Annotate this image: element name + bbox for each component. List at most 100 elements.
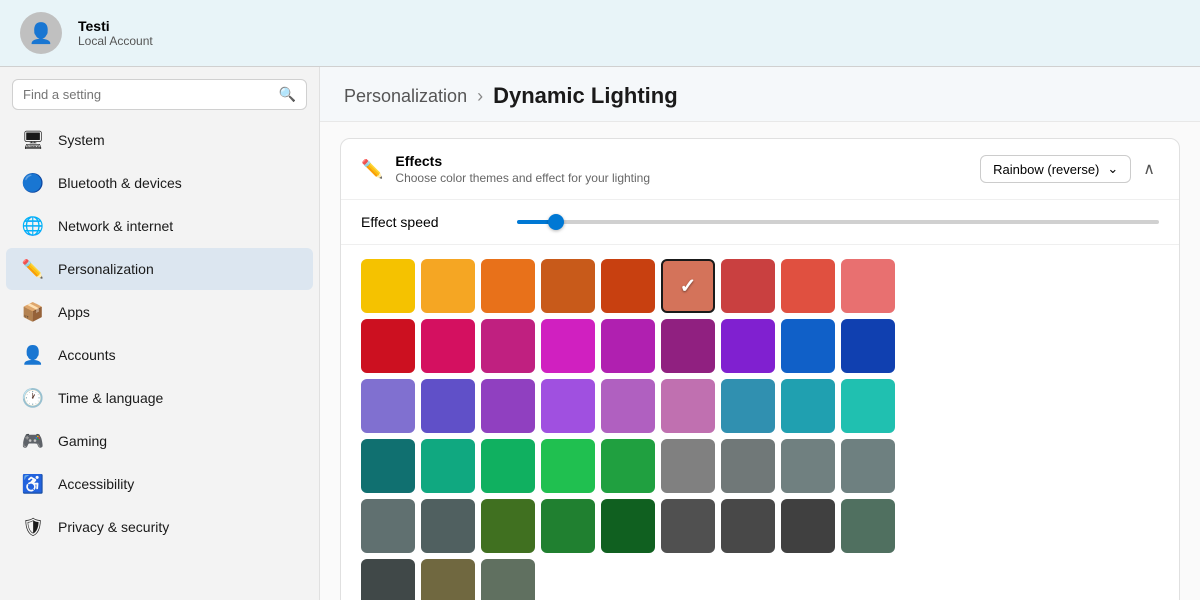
effects-title-text: Effects Choose color themes and effect f…	[395, 153, 650, 185]
speed-slider[interactable]	[517, 220, 1159, 224]
color-swatch[interactable]	[781, 499, 835, 553]
sidebar-item-label-personalization: Personalization	[58, 261, 154, 277]
sidebar-item-label-accounts: Accounts	[58, 347, 116, 363]
color-swatch[interactable]	[421, 499, 475, 553]
sidebar-item-network[interactable]: 🌐 Network & internet	[6, 205, 313, 247]
avatar: 👤	[20, 12, 62, 54]
sidebar-item-system[interactable]: 🖥 System	[6, 119, 313, 161]
color-swatch[interactable]	[421, 319, 475, 373]
color-swatch-empty	[841, 559, 895, 600]
color-swatch[interactable]	[841, 499, 895, 553]
color-swatch[interactable]	[661, 259, 715, 313]
sidebar-item-accessibility[interactable]: ♿ Accessibility	[6, 463, 313, 505]
color-swatch-empty	[661, 559, 715, 600]
color-swatch-empty	[901, 559, 955, 600]
chevron-down-icon: ⌄	[1107, 161, 1118, 177]
color-swatch-empty	[601, 559, 655, 600]
color-swatch[interactable]	[421, 259, 475, 313]
color-swatch[interactable]	[481, 499, 535, 553]
sidebar-item-label-privacy: Privacy & security	[58, 519, 169, 535]
sidebar-item-personalization[interactable]: ✏️ Personalization	[6, 248, 313, 290]
color-swatch[interactable]	[661, 379, 715, 433]
color-swatch[interactable]	[481, 379, 535, 433]
sidebar-item-gaming[interactable]: 🎮 Gaming	[6, 420, 313, 462]
color-swatch[interactable]	[601, 259, 655, 313]
color-swatch[interactable]	[361, 379, 415, 433]
collapse-button[interactable]: ∧	[1139, 155, 1159, 183]
layout: 🔍 🖥 System 🔵 Bluetooth & devices 🌐 Netwo…	[0, 67, 1200, 600]
color-swatch[interactable]	[721, 319, 775, 373]
search-icon: 🔍	[279, 86, 296, 103]
color-swatch[interactable]	[541, 379, 595, 433]
color-swatch[interactable]	[841, 379, 895, 433]
sidebar-item-label-bluetooth: Bluetooth & devices	[58, 175, 182, 191]
personalization-icon: ✏️	[22, 258, 44, 280]
color-swatch[interactable]	[361, 319, 415, 373]
sidebar-item-label-apps: Apps	[58, 304, 90, 320]
search-input[interactable]	[23, 87, 271, 102]
sidebar-item-accounts[interactable]: 👤 Accounts	[6, 334, 313, 376]
color-swatch[interactable]	[421, 559, 475, 600]
color-swatch[interactable]	[721, 259, 775, 313]
sidebar-item-bluetooth[interactable]: 🔵 Bluetooth & devices	[6, 162, 313, 204]
color-swatch[interactable]	[481, 319, 535, 373]
color-swatch-empty	[781, 559, 835, 600]
color-swatch[interactable]	[421, 379, 475, 433]
color-swatch-empty	[901, 319, 955, 373]
color-swatch[interactable]	[361, 259, 415, 313]
color-swatch[interactable]	[781, 259, 835, 313]
color-swatch[interactable]	[841, 439, 895, 493]
color-swatch[interactable]	[541, 439, 595, 493]
color-swatch[interactable]	[361, 439, 415, 493]
color-swatch[interactable]	[661, 319, 715, 373]
color-swatch[interactable]	[421, 439, 475, 493]
color-swatch[interactable]	[601, 439, 655, 493]
color-swatch[interactable]	[541, 259, 595, 313]
color-swatch[interactable]	[481, 559, 535, 600]
color-swatch[interactable]	[481, 439, 535, 493]
color-swatch-empty	[721, 559, 775, 600]
content-body: ✏️ Effects Choose color themes and effec…	[320, 122, 1200, 600]
breadcrumb-current: Dynamic Lighting	[493, 83, 678, 109]
color-swatch[interactable]	[721, 439, 775, 493]
color-swatch[interactable]	[781, 319, 835, 373]
effects-control: Rainbow (reverse) ⌄ ∧	[980, 155, 1159, 183]
color-swatch[interactable]	[601, 379, 655, 433]
effects-title: Effects	[395, 153, 650, 169]
sidebar-item-privacy[interactable]: 🛡 Privacy & security	[6, 506, 313, 548]
search-box[interactable]: 🔍	[12, 79, 307, 110]
color-swatch-empty	[541, 559, 595, 600]
color-swatch[interactable]	[781, 379, 835, 433]
color-grid	[361, 259, 1159, 600]
color-swatch[interactable]	[841, 319, 895, 373]
breadcrumb: Personalization › Dynamic Lighting	[320, 67, 1200, 122]
system-icon: 🖥	[22, 129, 44, 151]
color-swatch[interactable]	[541, 499, 595, 553]
user-info: Testi Local Account	[78, 18, 153, 48]
color-swatch[interactable]	[781, 439, 835, 493]
time-icon: 🕐	[22, 387, 44, 409]
color-swatch[interactable]	[481, 259, 535, 313]
sidebar-item-time[interactable]: 🕐 Time & language	[6, 377, 313, 419]
effects-dropdown[interactable]: Rainbow (reverse) ⌄	[980, 155, 1131, 183]
color-swatch[interactable]	[661, 499, 715, 553]
color-swatch[interactable]	[721, 379, 775, 433]
effects-subtitle: Choose color themes and effect for your …	[395, 171, 650, 185]
color-grid-area	[341, 245, 1179, 600]
effects-pencil-icon: ✏️	[361, 159, 383, 180]
color-swatch[interactable]	[601, 499, 655, 553]
color-swatch[interactable]	[841, 259, 895, 313]
color-swatch[interactable]	[361, 499, 415, 553]
color-swatch[interactable]	[541, 319, 595, 373]
effects-card: ✏️ Effects Choose color themes and effec…	[340, 138, 1180, 600]
sidebar-item-apps[interactable]: 📦 Apps	[6, 291, 313, 333]
effect-speed-label: Effect speed	[361, 214, 501, 230]
network-icon: 🌐	[22, 215, 44, 237]
accessibility-icon: ♿	[22, 473, 44, 495]
color-swatch-empty	[901, 439, 955, 493]
color-swatch[interactable]	[361, 559, 415, 600]
color-swatch[interactable]	[721, 499, 775, 553]
color-swatch[interactable]	[601, 319, 655, 373]
user-sub: Local Account	[78, 34, 153, 48]
color-swatch[interactable]	[661, 439, 715, 493]
